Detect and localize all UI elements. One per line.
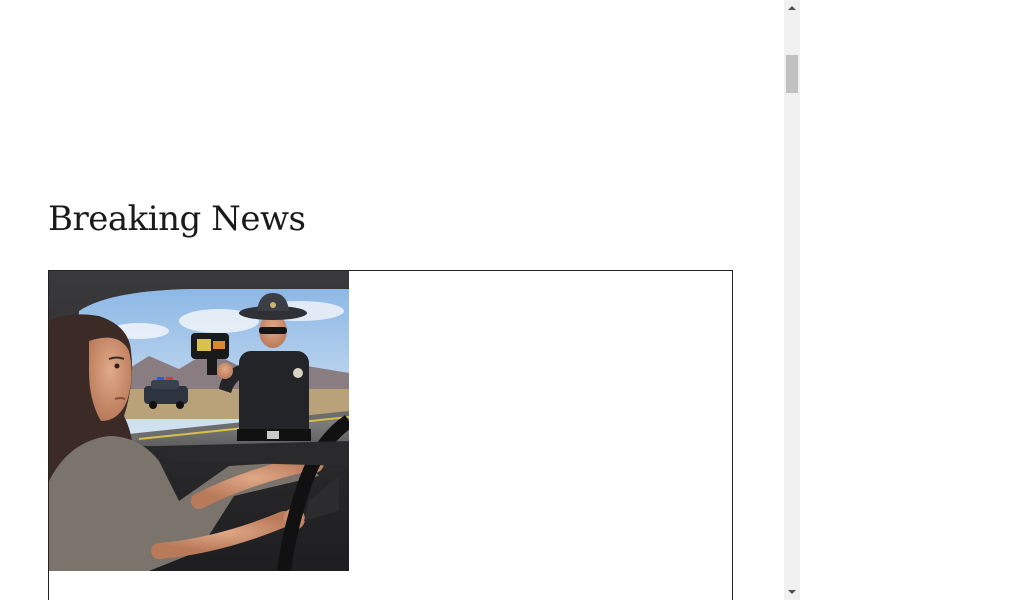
arrow-down-icon — [788, 590, 796, 594]
scroll-up-button[interactable] — [784, 0, 800, 16]
news-image[interactable] — [49, 271, 349, 571]
news-card[interactable] — [48, 270, 733, 600]
page-title: Breaking News — [48, 199, 306, 239]
scrollbar-thumb[interactable] — [786, 55, 798, 93]
right-blank-area — [800, 0, 1024, 600]
page-viewport: Breaking News — [0, 0, 784, 600]
scroll-down-button[interactable] — [784, 584, 800, 600]
vertical-scrollbar[interactable] — [784, 0, 800, 600]
arrow-up-icon — [788, 6, 796, 10]
